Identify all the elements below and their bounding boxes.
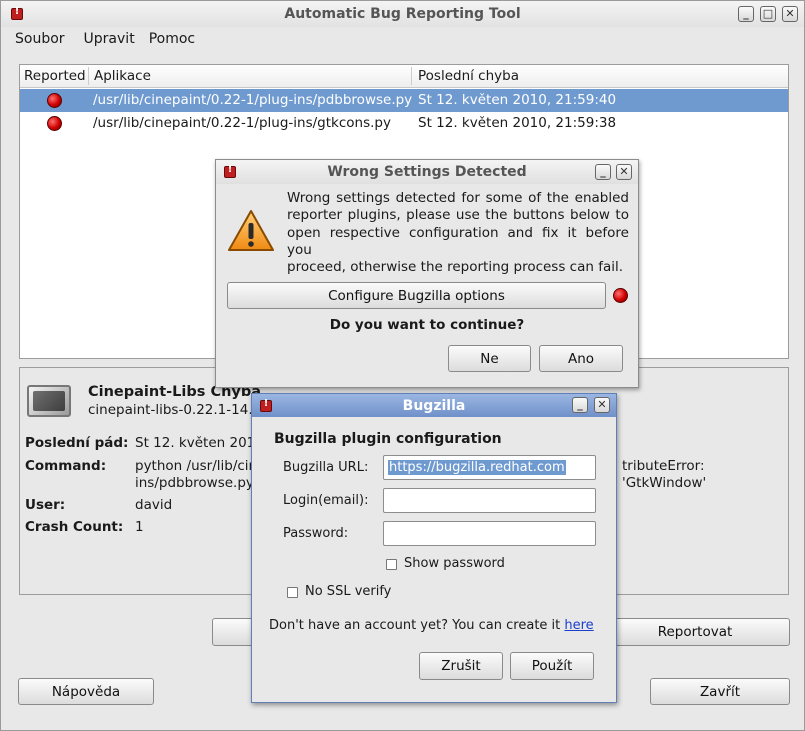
account-text: Don't have an account yet? You can creat… xyxy=(269,618,594,633)
maximize-icon[interactable]: □ xyxy=(760,6,776,22)
detail-package: cinepaint-libs-0.22.1-14. xyxy=(88,402,253,418)
command-line1: python /usr/lib/cir xyxy=(135,458,255,474)
list-header: Reported Aplikace Poslední chyba xyxy=(20,65,788,88)
menu-upravit[interactable]: Upravit xyxy=(84,31,135,47)
warning-message-line: Wrong settings detected for some of the … xyxy=(287,190,629,206)
warning-icon xyxy=(228,210,274,251)
col-divider xyxy=(411,67,412,85)
close-icon[interactable]: ✕ xyxy=(594,397,610,413)
close-button[interactable]: Zavřít xyxy=(650,678,790,705)
crash-count-value: 1 xyxy=(135,519,144,535)
bugzilla-title: Bugzilla xyxy=(402,397,466,414)
close-icon[interactable]: ✕ xyxy=(782,6,798,22)
warning-message: Wrong settings detected for some of the … xyxy=(287,190,629,276)
table-row[interactable]: /usr/lib/cinepaint/0.22-1/plug-ins/gtkco… xyxy=(20,112,788,135)
red-dot-icon xyxy=(47,93,62,108)
main-titlebar[interactable]: Automatic Bug Reporting Tool _ □ ✕ xyxy=(1,1,804,27)
user-label: User: xyxy=(25,497,66,513)
continue-question: Do you want to continue? xyxy=(329,317,525,333)
bugzilla-heading: Bugzilla plugin configuration xyxy=(274,431,502,447)
app-error-icon xyxy=(224,164,236,178)
warning-message-line: reporter plugins, please use the buttons… xyxy=(287,207,629,224)
warning-dialog: Wrong Settings Detected _ ✕ Wrong settin… xyxy=(215,159,639,388)
app-error-icon xyxy=(11,6,23,20)
password-label: Password: xyxy=(283,526,349,541)
login-label: Login(email): xyxy=(283,493,369,508)
no-ssl-checkbox[interactable] xyxy=(287,587,298,598)
red-dot-icon xyxy=(47,116,62,131)
minimize-icon[interactable]: _ xyxy=(595,164,611,180)
bugzilla-dialog: Bugzilla _ ✕ Bugzilla plugin configurati… xyxy=(251,393,617,703)
bugzilla-titlebar[interactable]: Bugzilla _ ✕ xyxy=(252,394,616,417)
menu-pomoc[interactable]: Pomoc xyxy=(149,31,195,47)
login-input[interactable] xyxy=(383,488,596,513)
create-account-link[interactable]: here xyxy=(564,618,593,633)
yes-button[interactable]: Ano xyxy=(539,345,623,372)
password-input[interactable] xyxy=(383,521,596,546)
row-app: /usr/lib/cinepaint/0.22-1/plug-ins/pdbbr… xyxy=(93,92,413,108)
main-title: Automatic Bug Reporting Tool xyxy=(284,6,521,22)
no-ssl-label: No SSL verify xyxy=(305,584,392,599)
command-label: Command: xyxy=(25,458,107,474)
table-row[interactable]: /usr/lib/cinepaint/0.22-1/plug-ins/pdbbr… xyxy=(20,89,788,112)
cancel-button[interactable]: Zrušit xyxy=(419,652,503,680)
url-label: Bugzilla URL: xyxy=(283,460,369,475)
col-divider xyxy=(88,67,89,85)
account-text-prefix: Don't have an account yet? You can creat… xyxy=(269,618,565,633)
red-dot-icon xyxy=(613,288,628,303)
crash-count-label: Crash Count: xyxy=(25,519,124,535)
col-reported[interactable]: Reported xyxy=(24,68,86,84)
show-password-label: Show password xyxy=(404,556,505,571)
row-date: St 12. květen 2010, 21:59:38 xyxy=(418,115,617,131)
show-password-checkbox[interactable] xyxy=(386,559,397,570)
url-input-value: https://bugzilla.redhat.com xyxy=(388,460,566,475)
col-aplikace[interactable]: Aplikace xyxy=(94,68,151,84)
close-icon[interactable]: ✕ xyxy=(616,164,632,180)
configure-bugzilla-button[interactable]: Configure Bugzilla options xyxy=(227,282,606,309)
row-app: /usr/lib/cinepaint/0.22-1/plug-ins/gtkco… xyxy=(93,115,391,131)
url-input[interactable]: https://bugzilla.redhat.com xyxy=(383,455,596,480)
col-posledni-chyba[interactable]: Poslední chyba xyxy=(418,68,519,84)
warning-message-line: open respective configuration and fix it… xyxy=(287,224,629,258)
command-line2: ins/pdbbrowse.py xyxy=(135,475,254,491)
warning-message-line: proceed, otherwise the reporting process… xyxy=(287,259,624,276)
last-crash-value: St 12. květen 201 xyxy=(135,435,256,451)
menu-soubor[interactable]: Soubor xyxy=(15,31,65,47)
minimize-icon[interactable]: _ xyxy=(738,6,754,22)
app-error-icon xyxy=(260,398,272,412)
last-crash-label: Poslední pád: xyxy=(25,435,129,451)
warning-title: Wrong Settings Detected xyxy=(327,164,527,180)
row-date: St 12. květen 2010, 21:59:40 xyxy=(418,92,617,108)
warning-titlebar[interactable]: Wrong Settings Detected _ ✕ xyxy=(216,160,638,184)
minimize-icon[interactable]: _ xyxy=(572,397,588,413)
reason-line2: 'GtkWindow' xyxy=(622,475,707,491)
help-button[interactable]: Nápověda xyxy=(18,678,154,705)
apply-button[interactable]: Použít xyxy=(510,652,594,680)
reason-line1: tributeError: xyxy=(622,458,705,474)
menubar: Soubor Upravit Pomoc xyxy=(1,27,805,51)
no-button[interactable]: Ne xyxy=(448,345,531,372)
package-icon xyxy=(27,385,71,417)
report-button[interactable]: Reportovat xyxy=(600,618,790,646)
user-value: david xyxy=(135,497,173,513)
